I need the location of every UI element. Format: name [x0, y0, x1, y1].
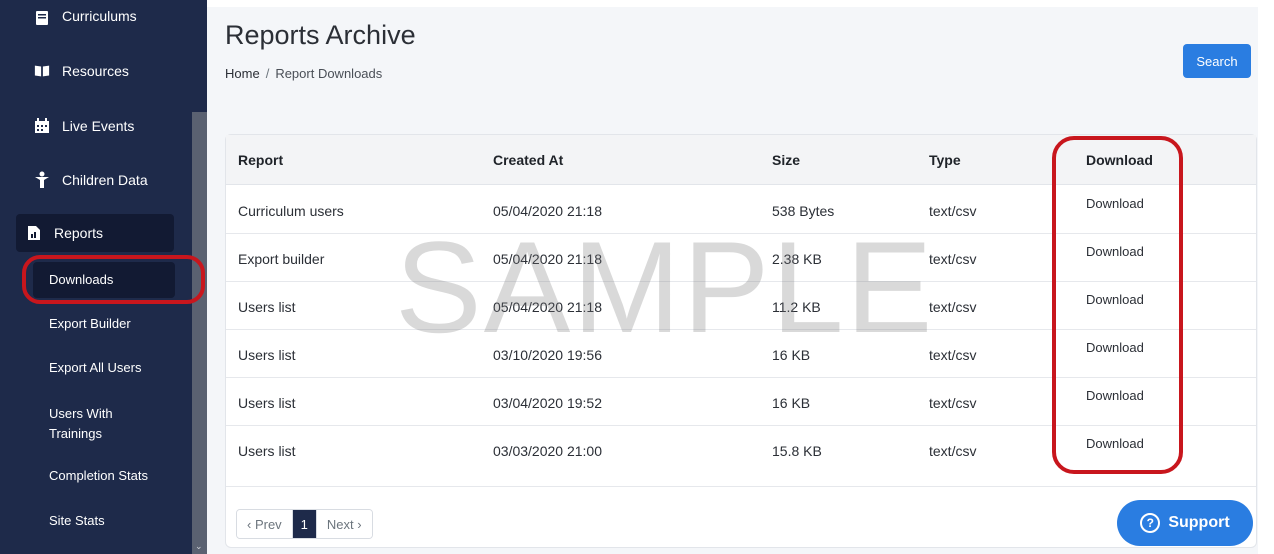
cell-type: text/csv: [929, 203, 977, 219]
sample-watermark: SAMPLE: [395, 214, 935, 360]
cell-type: text/csv: [929, 395, 977, 411]
cell-size: 16 KB: [772, 395, 811, 411]
sidebar-subitem-label: Site Stats: [49, 513, 105, 528]
window-right-edge: [1258, 0, 1274, 554]
sidebar-item-label: Curriculums: [62, 8, 137, 24]
sidebar-item-live-events[interactable]: Live Events: [0, 106, 192, 146]
book-icon: [34, 10, 50, 26]
highlight-ring-download-column: [1052, 136, 1183, 474]
sidebar-item-label: Resources: [62, 63, 129, 79]
highlight-ring-downloads: [22, 255, 205, 304]
cell-report: Export builder: [238, 251, 325, 267]
sidebar-item-label: Children Data: [62, 172, 148, 188]
cell-report: Users list: [238, 443, 296, 459]
sidebar-item-children-data[interactable]: Children Data: [0, 160, 192, 200]
scrollbar-thumb[interactable]: [192, 0, 207, 112]
sidebar-subitem-label: Export All Users: [49, 360, 142, 375]
sidebar-subitem-export-builder[interactable]: Export Builder: [33, 314, 175, 334]
cell-report: Users list: [238, 299, 296, 315]
sidebar-subitem-label: Export Builder: [49, 316, 131, 331]
cell-type: text/csv: [929, 443, 977, 459]
cell-type: text/csv: [929, 299, 977, 315]
pagination-page-current[interactable]: 1: [291, 510, 316, 538]
support-label: Support: [1168, 514, 1230, 531]
column-header-type: Type: [929, 152, 961, 168]
sidebar-item-resources[interactable]: Resources: [0, 51, 192, 91]
open-book-icon: [34, 63, 50, 79]
cell-created-at: 03/04/2020 19:52: [493, 395, 602, 411]
calendar-icon: [34, 118, 50, 134]
cell-type: text/csv: [929, 347, 977, 363]
column-header-report: Report: [238, 152, 284, 168]
sidebar-item-label: Live Events: [62, 118, 135, 134]
sidebar-item-label: Reports: [54, 225, 104, 241]
page-title: Reports Archive: [225, 20, 416, 50]
sidebar-item-reports[interactable]: Reports: [16, 214, 174, 252]
support-button[interactable]: ? Support: [1117, 500, 1253, 546]
sidebar-subitem-label: Completion Stats: [49, 468, 148, 483]
cell-type: text/csv: [929, 251, 977, 267]
app-window: Curriculums Resources Live Events Childr…: [0, 0, 1274, 554]
sidebar-subitem-site-stats[interactable]: Site Stats: [33, 511, 175, 531]
breadcrumb-current: Report Downloads: [275, 66, 383, 81]
question-circle-icon: ?: [1140, 513, 1161, 533]
sidebar-subitem-export-all-users[interactable]: Export All Users: [33, 358, 175, 378]
column-header-size: Size: [772, 152, 801, 168]
sidebar-subitem-completion-stats[interactable]: Completion Stats: [33, 466, 175, 486]
sidebar-subitem-label: Users With Trainings: [49, 406, 113, 441]
top-border: [207, 0, 1274, 7]
breadcrumb-separator: /: [265, 66, 270, 81]
pagination-prev[interactable]: ‹ Prev: [237, 510, 292, 538]
sidebar-item-curriculums[interactable]: Curriculums: [0, 0, 192, 36]
chevron-down-icon[interactable]: ⌄: [195, 541, 203, 552]
breadcrumb: Home / Report Downloads: [225, 66, 382, 81]
cell-size: 15.8 KB: [772, 443, 822, 459]
report-icon: [26, 225, 42, 241]
sidebar-subitem-users-with-trainings[interactable]: Users With Trainings: [33, 404, 143, 444]
cell-report: Curriculum users: [238, 203, 344, 219]
cell-created-at: 03/03/2020 21:00: [493, 443, 602, 459]
breadcrumb-home[interactable]: Home: [225, 66, 260, 81]
cell-report: Users list: [238, 347, 296, 363]
pagination: ‹ Prev 1 Next ›: [236, 509, 373, 539]
search-button[interactable]: Search: [1183, 44, 1251, 78]
child-icon: [34, 171, 50, 188]
pagination-next[interactable]: Next ›: [315, 510, 372, 538]
cell-report: Users list: [238, 395, 296, 411]
column-header-created-at: Created At: [493, 152, 564, 168]
